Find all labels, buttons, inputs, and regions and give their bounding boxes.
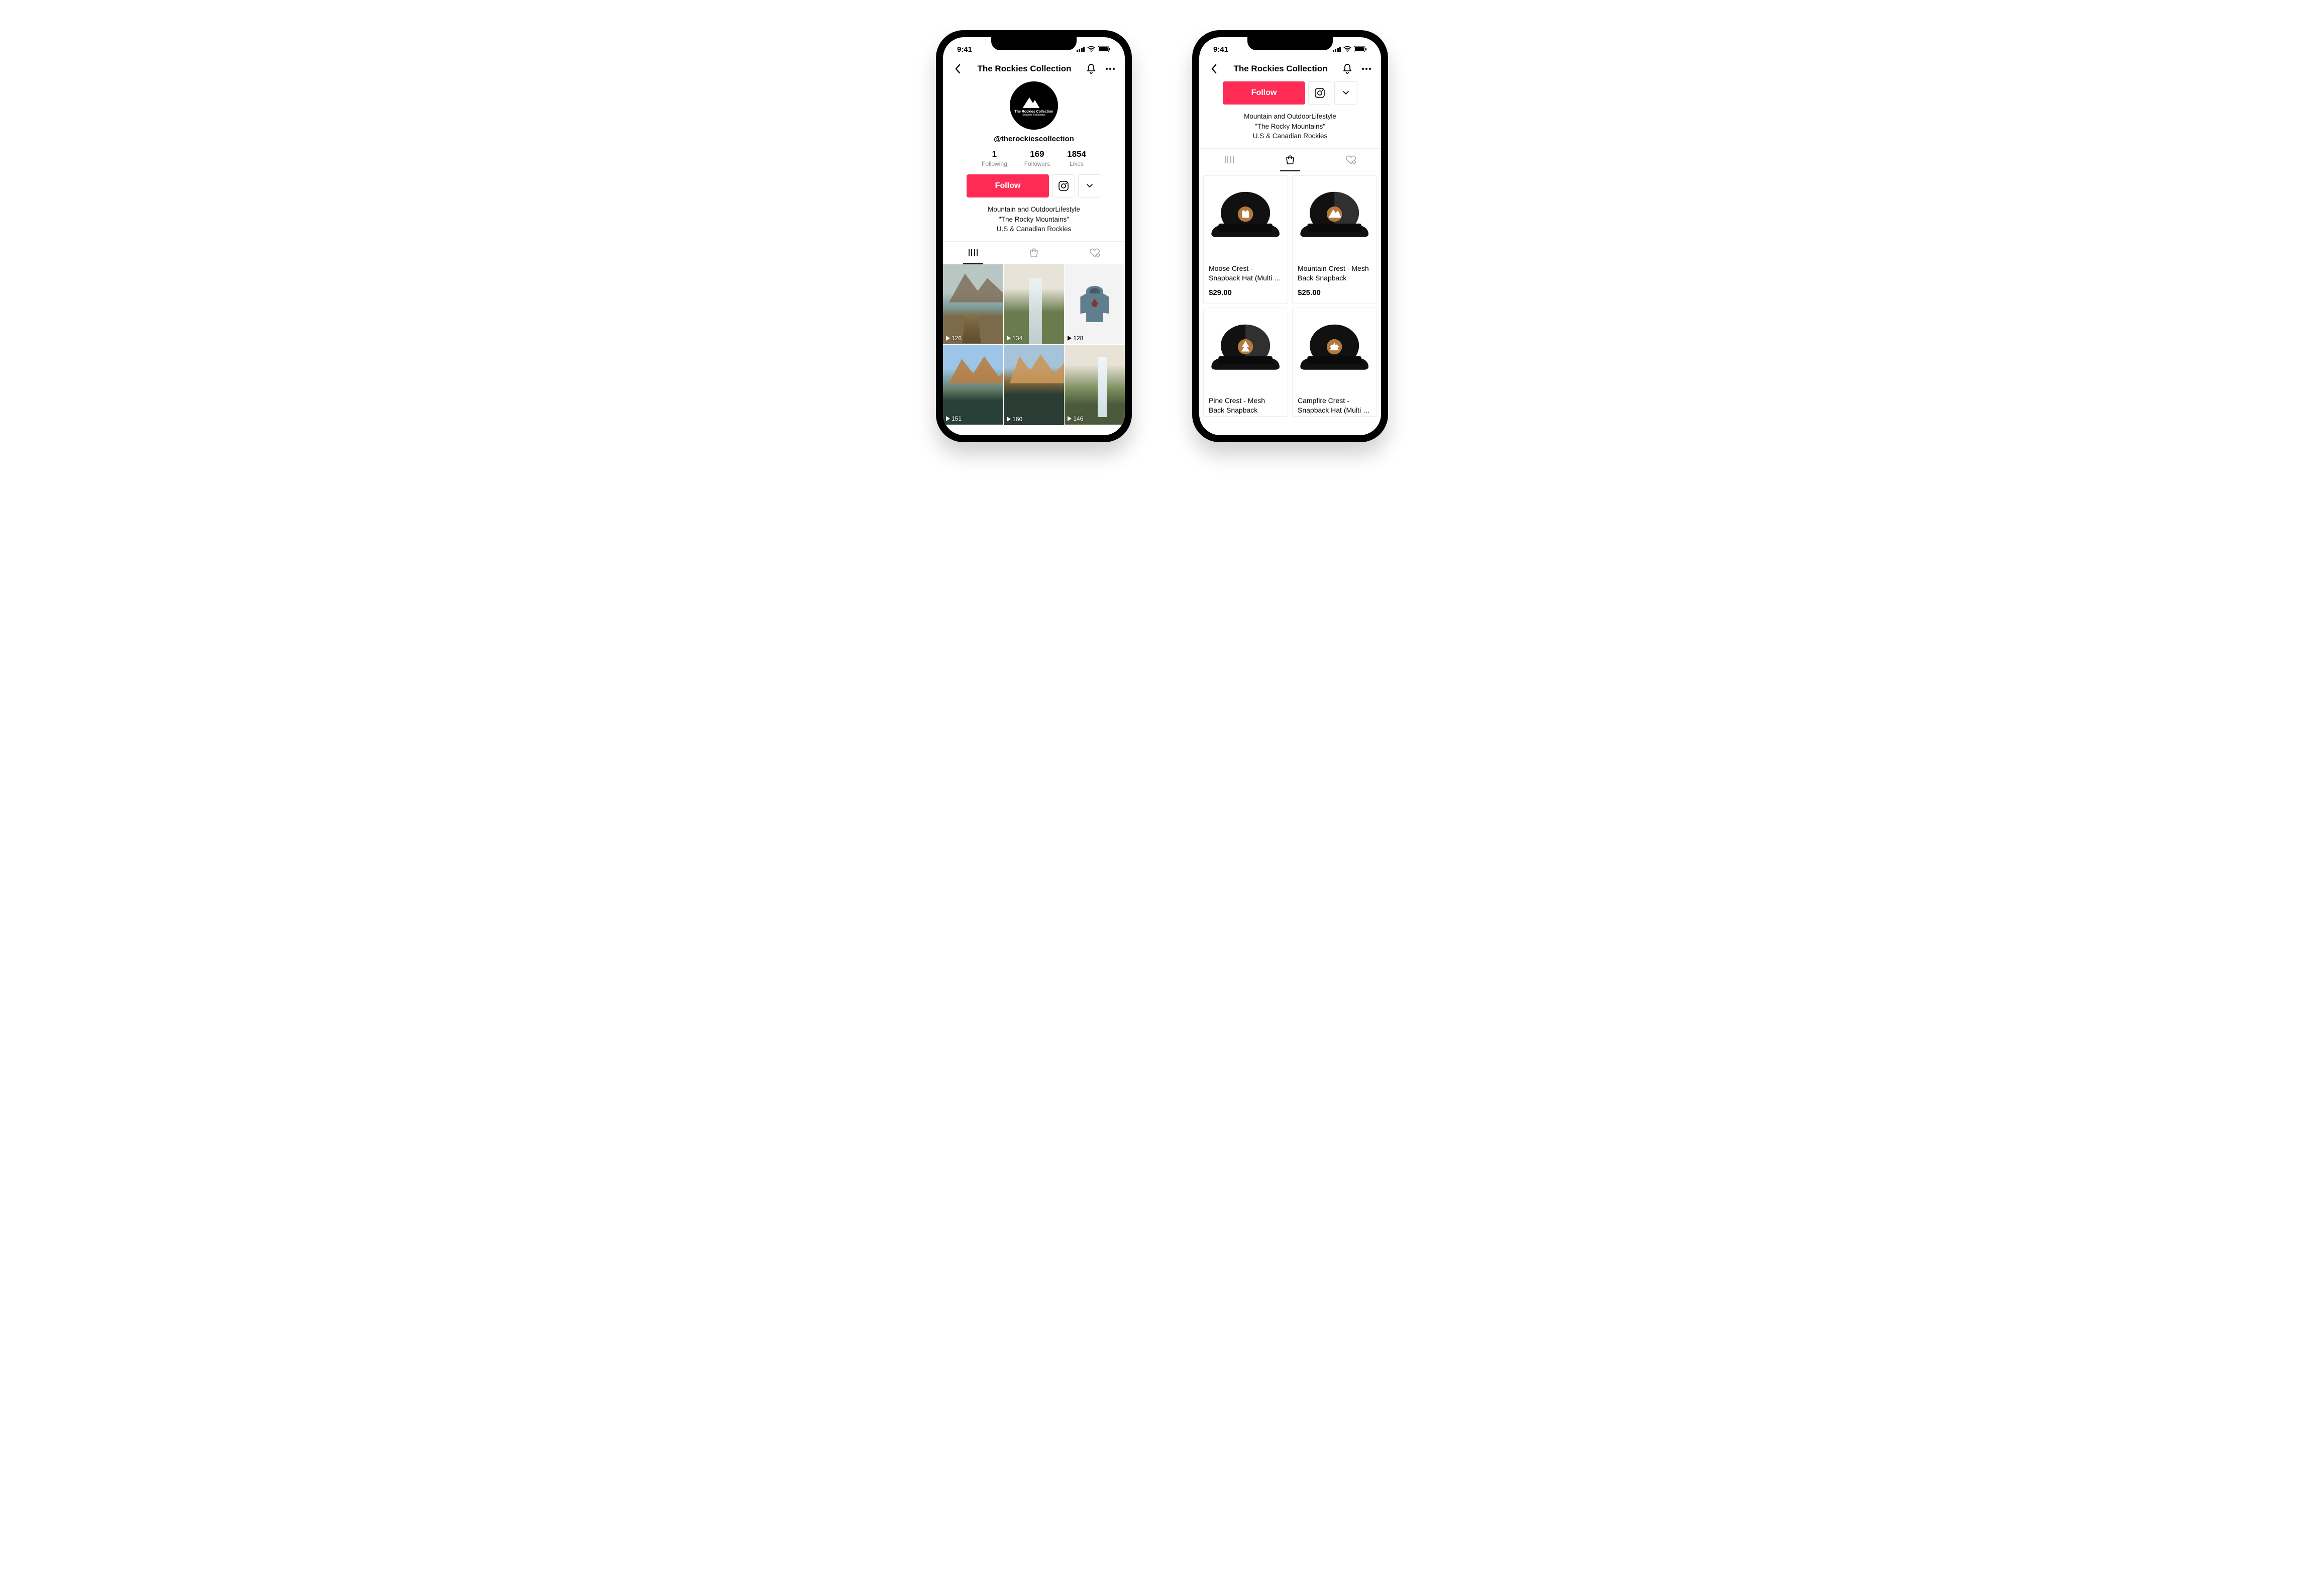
view-count: 151 (952, 415, 962, 422)
more-button[interactable] (1359, 67, 1374, 70)
page-title: The Rockies Collection (969, 64, 1080, 74)
stats-row: 1 Following 169 Followers 1854 Likes (943, 149, 1125, 167)
play-icon (946, 336, 950, 341)
avatar[interactable]: The Rockies Collection Souvenir & Boutiq… (1010, 81, 1058, 130)
product-card[interactable]: Pine Crest - Mesh Back Snapback (1203, 308, 1288, 417)
follow-button[interactable]: Follow (1223, 81, 1305, 105)
likes-count: 1854 (1067, 149, 1086, 159)
view-count: 126 (952, 335, 962, 342)
bio-line1: Mountain and OutdoorLifestyle (943, 205, 1125, 215)
product-title: Campfire Crest - Snapback Hat (Multi … (1293, 392, 1377, 416)
following-label: Following (982, 160, 1007, 167)
profile-tabs (1199, 148, 1381, 171)
likes-stat[interactable]: 1854 Likes (1067, 149, 1086, 167)
page-title: The Rockies Collection (1225, 64, 1336, 74)
product-title: Moose Crest - Snapback Hat (Multi … (1204, 260, 1288, 284)
instagram-button[interactable] (1052, 174, 1075, 197)
product-image (1293, 308, 1377, 392)
back-button[interactable] (1206, 64, 1221, 74)
play-icon (1068, 336, 1072, 341)
profile-tabs (943, 241, 1125, 264)
tab-shop[interactable] (1260, 149, 1321, 171)
clock: 9:41 (957, 45, 972, 54)
product-price: $29.00 (1204, 283, 1288, 303)
notch (1247, 37, 1333, 50)
tab-videos[interactable] (943, 242, 1004, 264)
tab-liked[interactable] (1064, 242, 1125, 264)
instagram-button[interactable] (1308, 81, 1331, 105)
product-card[interactable]: Campfire Crest - Snapback Hat (Multi … (1292, 308, 1377, 417)
notifications-button[interactable] (1084, 63, 1099, 74)
username: @therockiescollection (943, 135, 1125, 143)
follow-button[interactable]: Follow (967, 174, 1049, 197)
battery-icon (1098, 46, 1111, 52)
video-thumb[interactable]: 160 (1004, 345, 1064, 425)
action-row: Follow (1199, 81, 1381, 105)
view-count: 146 (1073, 415, 1083, 422)
bio: Mountain and OutdoorLifestyle "The Rocky… (943, 205, 1125, 234)
cellular-icon (1333, 47, 1341, 52)
bio-line2: "The Rocky Mountains" (1199, 122, 1381, 132)
video-thumb[interactable]: 146 (1065, 345, 1125, 425)
followers-count: 169 (1024, 149, 1050, 159)
followers-stat[interactable]: 169 Followers (1024, 149, 1050, 167)
video-thumb[interactable]: 151 (943, 345, 1003, 425)
video-thumb[interactable]: 128 (1065, 264, 1125, 344)
view-count: 128 (1073, 335, 1083, 342)
phone-frame-left: 9:41 The Rockies Collection (936, 30, 1132, 442)
product-image (1204, 176, 1288, 260)
play-icon (1068, 416, 1072, 421)
product-image (1293, 176, 1377, 260)
play-icon (946, 416, 950, 421)
view-count: 134 (1012, 335, 1022, 342)
video-grid: 126 134 128 151 160 1 (943, 264, 1125, 425)
wifi-icon (1087, 46, 1095, 52)
avatar-brand-line1: The Rockies Collection (1014, 110, 1053, 114)
product-image (1204, 308, 1288, 392)
video-thumb[interactable]: 134 (1004, 264, 1064, 344)
screen-left: 9:41 The Rockies Collection (943, 37, 1125, 435)
dropdown-button[interactable] (1334, 81, 1357, 105)
battery-icon (1354, 46, 1367, 52)
more-button[interactable] (1103, 67, 1118, 70)
avatar-brand-line2: Souvenir & Boutique (1022, 114, 1045, 117)
notifications-button[interactable] (1340, 63, 1355, 74)
shop-grid: Moose Crest - Snapback Hat (Multi … $29.… (1199, 171, 1381, 421)
video-thumb[interactable]: 126 (943, 264, 1003, 344)
following-count: 1 (982, 149, 1007, 159)
tab-liked[interactable] (1320, 149, 1381, 171)
product-card[interactable]: Moose Crest - Snapback Hat (Multi … $29.… (1203, 175, 1288, 304)
dropdown-button[interactable] (1078, 174, 1101, 197)
notch (991, 37, 1077, 50)
product-title: Pine Crest - Mesh Back Snapback (1204, 392, 1288, 416)
bio-line2: "The Rocky Mountains" (943, 215, 1125, 225)
status-icons (1333, 46, 1367, 52)
play-icon (1007, 417, 1011, 422)
cellular-icon (1077, 47, 1085, 52)
back-button[interactable] (950, 64, 965, 74)
bio: Mountain and OutdoorLifestyle "The Rocky… (1199, 112, 1381, 141)
action-row: Follow (943, 174, 1125, 197)
play-icon (1007, 336, 1011, 341)
clock: 9:41 (1213, 45, 1228, 54)
header: The Rockies Collection (943, 59, 1125, 78)
product-title: Mountain Crest - Mesh Back Snapback (1293, 260, 1377, 284)
wifi-icon (1343, 46, 1351, 52)
header: The Rockies Collection (1199, 59, 1381, 78)
phone-frame-right: 9:41 The Rockies Collection (1192, 30, 1388, 442)
view-count: 160 (1012, 416, 1022, 423)
screen-right: 9:41 The Rockies Collection (1199, 37, 1381, 435)
tab-shop[interactable] (1004, 242, 1065, 264)
following-stat[interactable]: 1 Following (982, 149, 1007, 167)
tab-videos[interactable] (1199, 149, 1260, 171)
bio-line1: Mountain and OutdoorLifestyle (1199, 112, 1381, 122)
likes-label: Likes (1067, 160, 1086, 167)
bio-line3: U.S & Canadian Rockies (1199, 131, 1381, 141)
product-price: $25.00 (1293, 283, 1377, 303)
bio-line3: U.S & Canadian Rockies (943, 224, 1125, 234)
product-card[interactable]: Mountain Crest - Mesh Back Snapback $25.… (1292, 175, 1377, 304)
status-icons (1077, 46, 1111, 52)
followers-label: Followers (1024, 160, 1050, 167)
